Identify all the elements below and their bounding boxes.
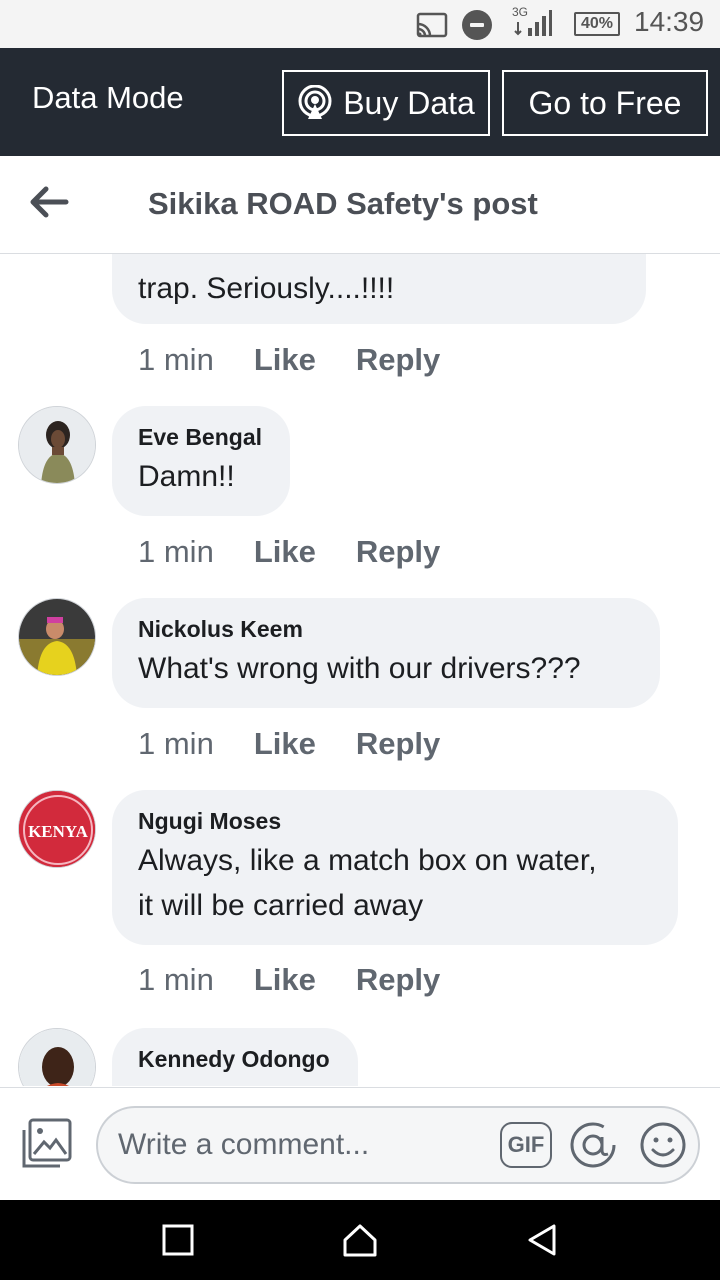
go-to-free-label: Go to Free — [528, 84, 682, 121]
avatar[interactable] — [18, 406, 96, 484]
cast-icon — [416, 12, 448, 38]
comment-input[interactable]: Write a comment... GIF — [96, 1106, 700, 1184]
comment-bubble[interactable]: Nickolus Keem What's wrong with our driv… — [112, 598, 660, 708]
comment-author[interactable]: Nickolus Keem — [138, 612, 634, 646]
avatar[interactable] — [18, 598, 96, 676]
buy-data-button[interactable]: Buy Data — [282, 70, 490, 136]
comment-time: 1 min — [138, 726, 214, 761]
person-icon — [19, 1029, 95, 1086]
status-bar: 3G 40% 14:39 — [0, 0, 720, 48]
comment-author[interactable]: Ngugi Moses — [138, 804, 652, 838]
like-button[interactable]: Like — [254, 342, 316, 378]
do-not-disturb-icon — [462, 10, 492, 40]
comment-time: 1 min — [138, 342, 214, 377]
avatar-text: KENYA — [28, 822, 89, 841]
like-button[interactable]: Like — [254, 726, 316, 762]
comment-actions: 1 min Like Reply — [138, 342, 440, 378]
comment-text: Damn!! — [138, 460, 235, 493]
system-nav-bar — [0, 1200, 720, 1280]
go-to-free-button[interactable]: Go to Free — [502, 70, 708, 136]
reply-button[interactable]: Reply — [356, 342, 440, 378]
person-icon — [19, 599, 95, 675]
broadcast-icon — [298, 85, 332, 119]
recent-apps-icon[interactable] — [158, 1220, 198, 1260]
comment-placeholder: Write a comment... — [118, 1128, 370, 1161]
avatar[interactable] — [18, 1028, 96, 1086]
data-mode-bar: Data Mode Buy Data Go to Free — [0, 48, 720, 156]
signal-icon: 3G — [512, 5, 552, 36]
back-icon[interactable] — [522, 1220, 562, 1260]
comment-text: it will be carried away — [138, 889, 424, 922]
comment-composer: Write a comment... GIF — [0, 1087, 720, 1200]
comment-time: 1 min — [138, 534, 214, 569]
comment-text: What's wrong with our drivers??? — [138, 652, 581, 685]
comment-actions: 1 min Like Reply — [138, 726, 440, 762]
reply-button[interactable]: Reply — [356, 726, 440, 762]
emoji-icon[interactable] — [638, 1120, 688, 1170]
comment-text: Always, like a match box on water, — [138, 844, 597, 877]
battery-indicator: 40% — [574, 12, 620, 36]
comment-bubble[interactable]: trap. Seriously....!!!! — [112, 254, 646, 324]
comments-list: trap. Seriously....!!!! 1 min Like Reply… — [0, 254, 720, 1086]
comment-bubble[interactable]: Ngugi Moses Always, like a match box on … — [112, 790, 678, 945]
comment-author[interactable]: Kennedy Odongo — [138, 1042, 332, 1076]
comment-bubble[interactable]: Kennedy Odongo — [112, 1028, 358, 1086]
comment-time: 1 min — [138, 962, 214, 997]
comment-bubble[interactable]: Eve Bengal Damn!! — [112, 406, 290, 516]
home-icon[interactable] — [340, 1220, 380, 1260]
person-icon — [19, 407, 95, 483]
clock: 14:39 — [634, 6, 705, 37]
post-header: Sikika ROAD Safety's post — [0, 156, 720, 254]
page-title: Sikika ROAD Safety's post — [148, 186, 538, 221]
back-arrow-icon[interactable] — [26, 184, 70, 220]
buy-data-label: Buy Data — [343, 84, 475, 121]
data-mode-label: Data Mode — [32, 80, 184, 115]
gif-button[interactable]: GIF — [500, 1122, 552, 1168]
reply-button[interactable]: Reply — [356, 962, 440, 998]
network-type: 3G — [512, 5, 528, 19]
like-button[interactable]: Like — [254, 962, 316, 998]
comment-actions: 1 min Like Reply — [138, 534, 440, 570]
avatar[interactable]: KENYA — [18, 790, 96, 868]
comment-actions: 1 min Like Reply — [138, 962, 440, 998]
photo-icon[interactable] — [20, 1118, 74, 1170]
kenya-logo-icon: KENYA — [19, 791, 95, 867]
comment-text: trap. Seriously....!!!! — [138, 272, 395, 305]
mention-icon[interactable] — [568, 1120, 618, 1170]
reply-button[interactable]: Reply — [356, 534, 440, 570]
comment-author[interactable]: Eve Bengal — [138, 420, 264, 454]
like-button[interactable]: Like — [254, 534, 316, 570]
